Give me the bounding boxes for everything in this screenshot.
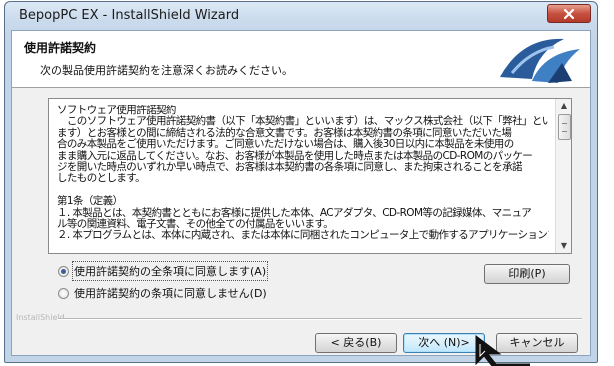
wizard-client-area: 使用許諾契約 次の製品使用許諾契約を注意深くお読みください。 ソフトウェア使用許… <box>11 30 591 356</box>
accept-option[interactable]: 使用許諾契約の全条項に同意します(A) <box>58 261 269 281</box>
license-agreement-text: ソフトウェア使用許諾契約 このソフトウェア使用許諾契約書（以下「本契約書」といい… <box>57 105 549 242</box>
license-scrollbar[interactable]: ▲ ▼ <box>555 99 571 253</box>
installshield-logo-icon <box>500 38 580 83</box>
close-icon <box>563 8 575 19</box>
accept-radio[interactable] <box>58 265 69 277</box>
scroll-up-arrow-icon[interactable]: ▲ <box>556 99 572 113</box>
scroll-down-arrow-icon[interactable]: ▼ <box>556 239 572 253</box>
title-bar[interactable]: BepopPC EX - InstallShield Wizard <box>5 2 597 30</box>
window-title: BepopPC EX - InstallShield Wizard <box>19 8 240 23</box>
license-text-area[interactable]: ソフトウェア使用許諾契約 このソフトウェア使用許諾契約書（以下「本契約書」といい… <box>48 98 572 254</box>
installer-window: BepopPC EX - InstallShield Wizard 使用許諾契約… <box>4 1 598 363</box>
wizard-header: 使用許諾契約 次の製品使用許諾契約を注意深くお読みください。 <box>12 31 590 88</box>
page-subtitle: 次の製品使用許諾契約を注意深くお読みください。 <box>40 64 293 77</box>
print-button[interactable]: 印刷(P) <box>484 264 570 284</box>
page-title: 使用許諾契約 <box>24 41 97 55</box>
accept-label[interactable]: 使用許諾契約の全条項に同意します(A) <box>71 261 269 281</box>
close-button[interactable] <box>547 4 591 23</box>
back-button[interactable]: < 戻る(B) <box>315 333 397 353</box>
footer-divider <box>58 318 582 320</box>
decline-label[interactable]: 使用許諾契約の条項に同意しません(D) <box>74 285 267 301</box>
decline-option[interactable]: 使用許諾契約の条項に同意しません(D) <box>58 285 267 301</box>
mouse-pointer-icon <box>475 335 530 366</box>
decline-radio[interactable] <box>58 287 69 299</box>
scroll-thumb[interactable] <box>558 114 571 140</box>
